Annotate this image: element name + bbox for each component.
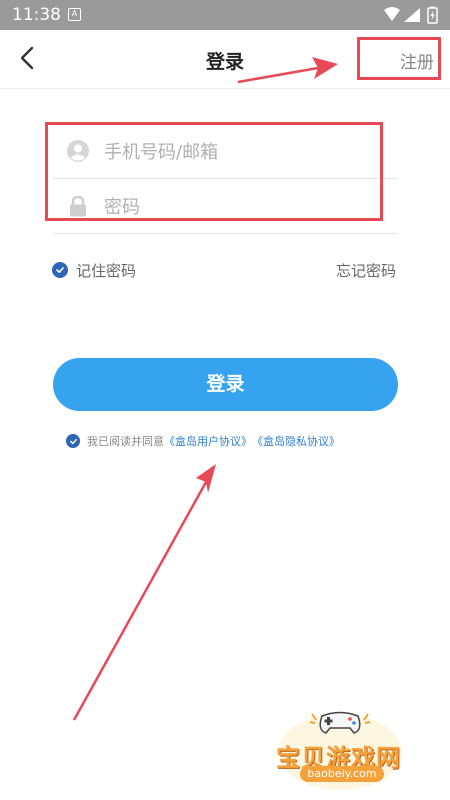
- annotation-box-form: [45, 122, 383, 221]
- login-button[interactable]: 登录: [53, 358, 398, 411]
- status-bar: 11:38 A: [0, 0, 450, 30]
- header-divider: [0, 88, 450, 89]
- notification-icon: A: [68, 8, 81, 21]
- watermark-logo: 宝贝游戏网 baobeiy.com: [270, 700, 420, 795]
- checkbox-checked-icon: [52, 262, 68, 278]
- status-time: 11:38: [12, 5, 61, 25]
- signal-icon: [404, 8, 420, 22]
- forgot-password-link[interactable]: 忘记密码: [336, 260, 396, 281]
- agreement-row: 我已阅读并同意 《盒岛用户协议》 《盒岛隐私协议》: [66, 432, 340, 450]
- remember-password-label: 记住密码: [76, 261, 137, 280]
- agreement-checkbox-icon[interactable]: [66, 434, 80, 448]
- status-icons: [384, 6, 438, 24]
- battery-icon: [427, 6, 438, 24]
- annotation-box-register: [357, 37, 441, 80]
- agreement-prefix: 我已阅读并同意: [87, 435, 164, 448]
- watermark-url: baobeiy.com: [300, 766, 384, 782]
- remember-password-toggle[interactable]: 记住密码: [52, 260, 136, 280]
- annotation-arrow-agreement: [72, 464, 216, 721]
- wifi-icon: [384, 7, 400, 21]
- user-agreement-link[interactable]: 《盒岛用户协议》: [164, 433, 252, 449]
- privacy-agreement-link[interactable]: 《盒岛隐私协议》: [252, 433, 340, 449]
